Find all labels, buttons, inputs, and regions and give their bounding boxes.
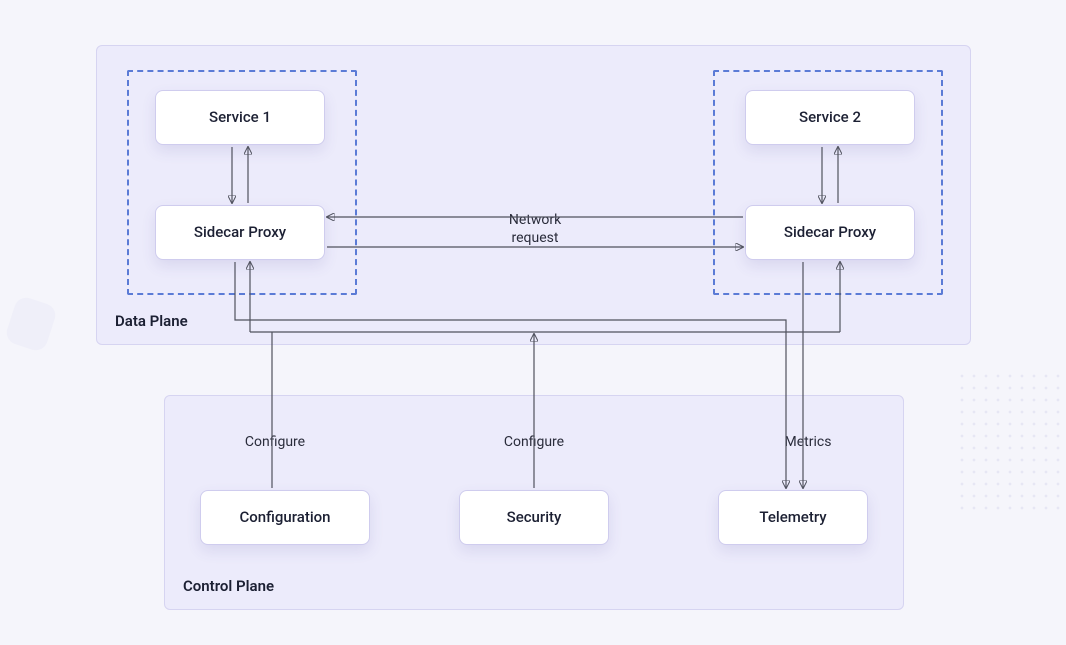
service2-node: Service 2: [745, 90, 915, 145]
bg-dots-decoration: [956, 370, 1066, 510]
telemetry-node: Telemetry: [718, 490, 868, 545]
configuration-label: Configuration: [239, 509, 330, 526]
configure-mid-label: Configure: [484, 434, 584, 452]
network-request-label: Network request: [470, 212, 600, 247]
sidecar1-label: Sidecar Proxy: [194, 224, 286, 241]
sidecar2-label: Sidecar Proxy: [784, 224, 876, 241]
sidecar1-node: Sidecar Proxy: [155, 205, 325, 260]
control-plane-label: Control Plane: [183, 577, 274, 595]
security-label: Security: [507, 509, 562, 526]
security-node: Security: [459, 490, 609, 545]
configuration-node: Configuration: [200, 490, 370, 545]
service1-node: Service 1: [155, 90, 325, 145]
bg-hex-decoration: [4, 295, 59, 354]
sidecar2-node: Sidecar Proxy: [745, 205, 915, 260]
data-plane-label: Data Plane: [115, 312, 188, 330]
configure-left-label: Configure: [225, 434, 325, 452]
telemetry-label: Telemetry: [759, 509, 826, 526]
service1-label: Service 1: [209, 109, 271, 126]
metrics-label: Metrics: [768, 434, 848, 452]
service2-label: Service 2: [799, 109, 861, 126]
